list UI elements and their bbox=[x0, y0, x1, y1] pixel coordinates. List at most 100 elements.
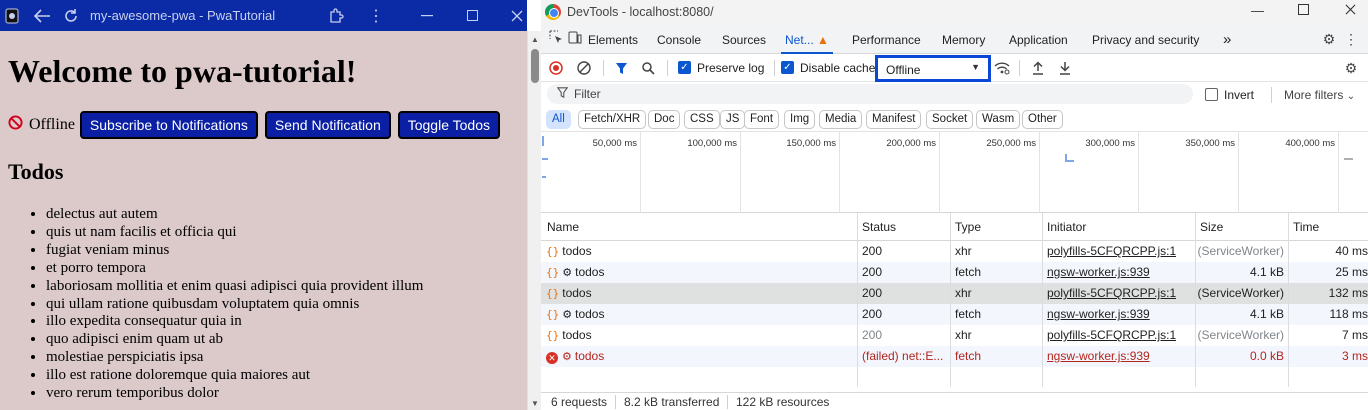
chip-other[interactable]: Other bbox=[1022, 110, 1063, 129]
table-row[interactable]: {} todos 200 xhr polyfills-5CFQRCPP.js:1 … bbox=[541, 241, 1368, 262]
search-icon[interactable] bbox=[639, 54, 657, 82]
scroll-up-arrow-icon[interactable]: ▲ bbox=[531, 35, 539, 44]
chip-all[interactable]: All bbox=[546, 110, 571, 129]
more-options-icon[interactable]: ⋮ bbox=[1343, 25, 1359, 54]
chip-doc[interactable]: Doc bbox=[648, 110, 681, 129]
todo-item: quis ut nam facilis et officia qui bbox=[46, 224, 423, 242]
network-conditions-wifi-icon[interactable] bbox=[992, 54, 1012, 82]
clear-icon[interactable] bbox=[575, 54, 593, 82]
scroll-down-arrow-icon[interactable]: ▼ bbox=[531, 399, 539, 408]
chip-fetch-xhr[interactable]: Fetch/XHR bbox=[578, 110, 647, 129]
filter-funnel-icon[interactable] bbox=[612, 54, 630, 82]
disable-cache-checkbox[interactable]: ✓ bbox=[781, 61, 794, 74]
request-size: 4.1 kB bbox=[1249, 265, 1284, 279]
tab-sources[interactable]: Sources bbox=[722, 25, 766, 54]
chip-font[interactable]: Font bbox=[744, 110, 780, 129]
column-status[interactable]: Status bbox=[858, 213, 896, 241]
tab-performance[interactable]: Performance bbox=[852, 25, 921, 54]
toggle-todos-button[interactable]: Toggle Todos bbox=[397, 111, 500, 139]
tab-privacy-security[interactable]: Privacy and security bbox=[1092, 25, 1199, 54]
devtools-window-title: DevTools - localhost:8080/ bbox=[567, 5, 714, 19]
more-tabs-icon[interactable]: » bbox=[1223, 25, 1231, 54]
chip-js[interactable]: JS bbox=[720, 110, 746, 129]
request-initiator-link[interactable]: ngsw-worker.js:939 bbox=[1047, 262, 1150, 283]
tab-memory[interactable]: Memory bbox=[942, 25, 985, 54]
maximize-icon[interactable] bbox=[462, 0, 482, 31]
request-time: 132 ms bbox=[1328, 286, 1368, 300]
scrollbar-thumb[interactable] bbox=[531, 49, 539, 83]
network-throttling-select[interactable]: Offline ▼ bbox=[875, 55, 991, 82]
record-stop-icon[interactable] bbox=[547, 54, 565, 82]
request-initiator-link[interactable]: polyfills-5CFQRCPP.js:1 bbox=[1047, 241, 1176, 262]
settings-gear-icon[interactable]: ⚙ bbox=[1319, 25, 1339, 54]
tab-network[interactable]: Net... ▲ bbox=[781, 25, 833, 54]
request-initiator-link[interactable]: ngsw-worker.js:939 bbox=[1047, 346, 1150, 367]
extension-icon[interactable] bbox=[324, 0, 348, 31]
pwa-scrollbar[interactable]: ▲ ▼ bbox=[527, 31, 541, 410]
network-settings-gear-icon[interactable]: ⚙ bbox=[1341, 54, 1361, 82]
request-name-text: todos bbox=[575, 265, 605, 279]
chip-img[interactable]: Img bbox=[784, 110, 816, 129]
filter-input[interactable]: Filter bbox=[547, 84, 1193, 104]
export-har-download-icon[interactable] bbox=[1056, 54, 1074, 82]
back-arrow-icon[interactable] bbox=[30, 0, 54, 31]
chip-media[interactable]: Media bbox=[819, 110, 863, 129]
dropdown-caret-icon: ▼ bbox=[971, 62, 980, 72]
todo-item: molestiae perspiciatis ipsa bbox=[46, 349, 423, 367]
table-row[interactable]: {} todos 200 xhr polyfills-5CFQRCPP.js:1 … bbox=[541, 325, 1368, 346]
pwa-window-title: my-awesome-pwa - PwaTutorial bbox=[90, 8, 276, 23]
minimize-icon[interactable] bbox=[417, 0, 437, 31]
more-options-icon[interactable]: ⋮ bbox=[366, 0, 386, 31]
preserve-log-checkbox[interactable]: ✓ bbox=[678, 61, 691, 74]
import-har-upload-icon[interactable] bbox=[1029, 54, 1047, 82]
column-initiator[interactable]: Initiator bbox=[1043, 213, 1086, 241]
todo-item: quo adipisci enim quam ut ab bbox=[46, 331, 423, 349]
offline-prohibited-icon bbox=[8, 115, 23, 135]
maximize-icon[interactable] bbox=[1298, 3, 1309, 18]
request-initiator-link[interactable]: polyfills-5CFQRCPP.js:1 bbox=[1047, 325, 1176, 346]
inspect-element-icon[interactable] bbox=[547, 25, 565, 53]
devtools-window: DevTools - localhost:8080/ — Elements Co… bbox=[541, 0, 1368, 410]
table-row[interactable]: {} ⚙ todos 200 fetch ngsw-worker.js:939 4.… bbox=[541, 262, 1368, 283]
request-type: fetch bbox=[955, 307, 982, 321]
chip-wasm[interactable]: Wasm bbox=[976, 110, 1021, 129]
column-type[interactable]: Type bbox=[951, 213, 981, 241]
request-size: 4.1 kB bbox=[1249, 307, 1284, 321]
column-time[interactable]: Time bbox=[1289, 213, 1319, 241]
more-filters-dropdown[interactable]: More filters ⌄ bbox=[1284, 88, 1355, 102]
request-name-text: todos bbox=[562, 244, 592, 258]
device-toolbar-icon[interactable] bbox=[567, 25, 583, 53]
column-size[interactable]: Size bbox=[1196, 213, 1223, 241]
column-name[interactable]: Name bbox=[543, 213, 579, 241]
chip-socket[interactable]: Socket bbox=[926, 110, 974, 129]
subscribe-notifications-button[interactable]: Subscribe to Notifications bbox=[79, 111, 258, 139]
throttling-value: Offline bbox=[886, 63, 921, 77]
table-row[interactable]: ✕ ⚙ todos (failed) net::E... fetch ngsw-wo… bbox=[541, 346, 1368, 367]
request-count: 6 requests bbox=[551, 395, 608, 409]
request-initiator-link[interactable]: ngsw-worker.js:939 bbox=[1047, 304, 1150, 325]
app-icon[interactable] bbox=[3, 0, 21, 31]
tab-application[interactable]: Application bbox=[1009, 25, 1068, 54]
reload-icon[interactable] bbox=[59, 0, 83, 31]
close-icon[interactable] bbox=[1345, 3, 1356, 18]
request-name: {} todos bbox=[546, 325, 856, 346]
table-header: Name Status Type Initiator Size Time bbox=[541, 213, 1368, 241]
tab-console[interactable]: Console bbox=[657, 25, 701, 54]
table-row[interactable]: {} todos 200 xhr polyfills-5CFQRCPP.js:1 … bbox=[541, 283, 1368, 304]
send-notification-button[interactable]: Send Notification bbox=[264, 111, 391, 139]
network-overview-timeline[interactable]: 50,000 ms 100,000 ms 150,000 ms 200,000 … bbox=[541, 132, 1368, 213]
xhr-request-icon: {} bbox=[546, 245, 560, 258]
todos-heading: Todos bbox=[8, 159, 64, 184]
close-icon[interactable] bbox=[507, 0, 527, 31]
request-initiator-link[interactable]: polyfills-5CFQRCPP.js:1 bbox=[1047, 283, 1176, 304]
table-row[interactable]: {} ⚙ todos 200 fetch ngsw-worker.js:939 4.… bbox=[541, 304, 1368, 325]
network-toolbar: ✓ Preserve log ✓ Disable cache Offline ▼… bbox=[541, 54, 1368, 82]
filter-row: Filter Invert More filters ⌄ bbox=[541, 82, 1368, 107]
invert-checkbox[interactable] bbox=[1205, 88, 1218, 101]
tab-elements[interactable]: Elements bbox=[588, 25, 638, 54]
chip-css[interactable]: CSS bbox=[684, 110, 720, 129]
timeline-gridline bbox=[1138, 132, 1139, 213]
toolbar-divider bbox=[603, 60, 604, 76]
chip-manifest[interactable]: Manifest bbox=[866, 110, 922, 129]
minimize-icon[interactable]: — bbox=[1251, 3, 1264, 18]
